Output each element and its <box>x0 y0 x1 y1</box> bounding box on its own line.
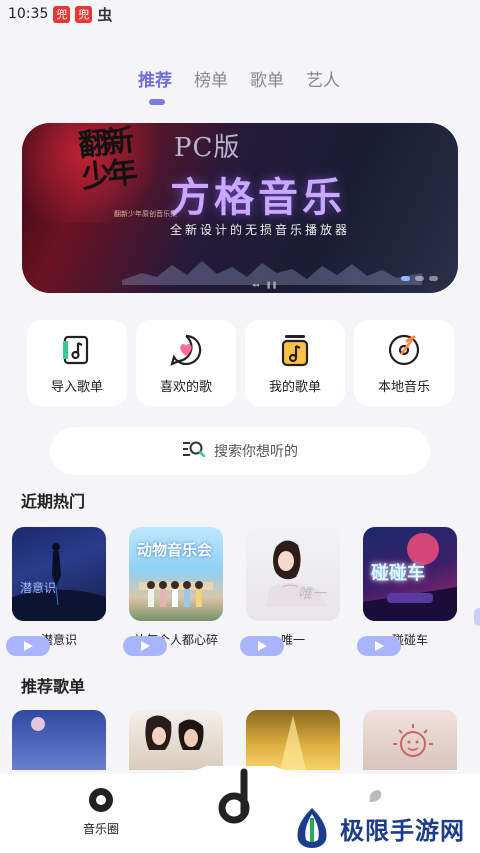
next-card-peek[interactable] <box>474 608 480 626</box>
album-art-text: 唯一 <box>298 586 326 602</box>
album-cover: 唯一 <box>246 527 340 621</box>
notification-badge-icon: 兜 <box>53 5 71 23</box>
notification-badge-icon: 兜 <box>75 5 93 23</box>
playlist-cover-moon <box>31 717 45 731</box>
shortcut-my-playlists[interactable]: 我的歌单 <box>245 320 345 406</box>
shortcut-local-music[interactable]: 本地音乐 <box>354 320 454 406</box>
song-card[interactable]: 动物音乐会 让每个人都心碎 <box>123 527 223 656</box>
banner-subtitle: 全新设计的无损音乐播放器 <box>170 223 351 237</box>
profile-icon <box>369 790 382 802</box>
tab-playlists[interactable]: 歌单 <box>250 66 284 91</box>
app-logo-d-icon <box>218 768 250 824</box>
watermark-logo-icon <box>297 808 327 848</box>
play-icon <box>258 641 267 651</box>
banner-pagination <box>401 276 438 281</box>
playlist-card[interactable] <box>246 710 340 770</box>
tab-active-indicator <box>149 99 165 105</box>
album-cover: 碰碰车 <box>363 527 457 621</box>
album-art-text: 潜意识 <box>20 581 57 595</box>
banner-dot[interactable] <box>415 276 424 281</box>
playlist-card[interactable] <box>12 710 106 770</box>
watermark-text: 极限手游网 <box>340 816 465 845</box>
top-tabs: 推荐 榜单 歌单 艺人 <box>138 66 340 91</box>
banner-small-text: 翻新少年原创音乐集 <box>114 210 177 218</box>
search-icon <box>182 439 206 463</box>
my-playlist-icon <box>277 332 313 368</box>
nav-home-center[interactable] <box>214 768 260 828</box>
song-card[interactable]: 碰碰车 碰碰车 <box>357 527 457 656</box>
status-time: 10:35 <box>8 6 49 22</box>
play-button[interactable] <box>240 636 284 656</box>
album-cover: 动物音乐会 <box>129 527 223 621</box>
play-icon <box>24 641 33 651</box>
nav-label: 音乐圈 <box>83 822 120 836</box>
banner-player-controls: ◂◂ ❚❚ <box>252 281 278 289</box>
tab-recommend[interactable]: 推荐 <box>138 66 172 91</box>
shortcut-import-playlist[interactable]: 导入歌单 <box>27 320 127 406</box>
shortcut-label: 喜欢的歌 <box>159 379 212 395</box>
banner-dot[interactable] <box>429 276 438 281</box>
playlist-card[interactable] <box>129 710 223 770</box>
nav-music-circle[interactable]: 音乐圈 <box>83 786 119 837</box>
nav-profile[interactable] <box>367 788 383 804</box>
playlist-cover-couple <box>145 715 204 750</box>
album-art-text: 动物音乐会 <box>137 541 213 559</box>
heart-chat-icon <box>168 332 204 368</box>
banner-calligraphy: 翻新少年 <box>76 123 136 196</box>
tab-charts[interactable]: 榜单 <box>194 66 228 91</box>
banner-dot[interactable] <box>401 276 410 281</box>
play-icon <box>375 641 384 651</box>
album-art-figure <box>12 543 106 621</box>
play-button[interactable] <box>123 636 167 656</box>
promo-banner[interactable]: 翻新少年 翻新少年原创音乐集 PC版 方格音乐 全新设计的无损音乐播放器 ◂◂ … <box>22 123 458 293</box>
playlist-cover-light <box>280 715 306 770</box>
album-art-portrait <box>266 540 328 607</box>
section-title-recent: 近期热门 <box>21 492 86 511</box>
import-playlist-icon <box>59 332 95 368</box>
banner-title: 方格音乐 <box>170 175 346 221</box>
search-placeholder: 搜索你想听的 <box>214 444 298 460</box>
play-icon <box>141 641 150 651</box>
shortcut-liked-songs[interactable]: 喜欢的歌 <box>136 320 236 406</box>
play-button[interactable] <box>6 636 50 656</box>
playlist-card[interactable] <box>363 710 457 770</box>
shortcut-label: 我的歌单 <box>268 379 321 395</box>
bug-icon: 虫 <box>97 5 113 24</box>
play-button[interactable] <box>357 636 401 656</box>
shortcut-label: 导入歌单 <box>50 379 103 395</box>
album-cover: 潜意识 <box>12 527 106 621</box>
disc-icon <box>386 332 422 368</box>
album-art-text: 碰碰车 <box>371 563 425 584</box>
tab-artists[interactable]: 艺人 <box>306 66 340 91</box>
playlist-cover-sun-doodle <box>393 724 433 757</box>
section-title-recommended: 推荐歌单 <box>21 677 86 696</box>
search-input[interactable]: 搜索你想听的 <box>50 427 430 475</box>
watermark: 极限手游网 <box>290 806 465 850</box>
status-bar: 10:35 兜 兜 虫 <box>0 0 480 28</box>
song-card[interactable]: 潜意识 潜意识 <box>6 527 106 656</box>
banner-pc-label: PC版 <box>174 133 241 163</box>
music-circle-icon <box>89 788 113 812</box>
shortcut-label: 本地音乐 <box>377 379 430 395</box>
song-card[interactable]: 唯一 唯一 <box>240 527 340 656</box>
